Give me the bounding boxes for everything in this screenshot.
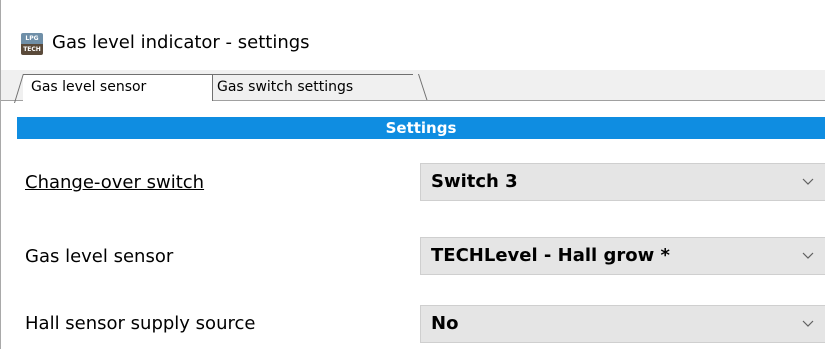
gas-level-sensor-dropdown[interactable]: TECHLevel - Hall grow * bbox=[420, 237, 825, 275]
change-over-switch-dropdown[interactable]: Switch 3 bbox=[420, 163, 825, 201]
app-icon: LPG TECH bbox=[21, 33, 43, 55]
gas-level-sensor-value: TECHLevel - Hall grow * bbox=[431, 245, 670, 266]
tab-gas-switch-settings[interactable]: Gas switch settings bbox=[213, 74, 413, 98]
gas-level-sensor-label: Gas level sensor bbox=[25, 246, 174, 267]
change-over-switch-label[interactable]: Change-over switch bbox=[25, 172, 204, 193]
app-icon-text-bottom: TECH bbox=[23, 46, 41, 53]
chevron-down-icon[interactable] bbox=[801, 238, 819, 274]
settings-section-header: Settings bbox=[17, 117, 825, 139]
tab-gas-level-sensor[interactable]: Gas level sensor bbox=[23, 74, 213, 101]
title-bar: LPG TECH Gas level indicator - settings bbox=[1, 0, 825, 58]
hall-sensor-supply-source-dropdown[interactable]: No bbox=[420, 305, 825, 343]
hall-sensor-supply-source-value: No bbox=[431, 313, 459, 334]
app-icon-text-top: LPG bbox=[25, 35, 39, 42]
hall-sensor-supply-source-label: Hall sensor supply source bbox=[25, 313, 256, 334]
tab-strip: Gas level sensor Gas switch settings bbox=[1, 70, 825, 101]
change-over-switch-value: Switch 3 bbox=[431, 171, 518, 192]
window-title: Gas level indicator - settings bbox=[52, 32, 310, 53]
chevron-down-icon[interactable] bbox=[801, 164, 819, 200]
chevron-down-icon[interactable] bbox=[801, 306, 819, 342]
